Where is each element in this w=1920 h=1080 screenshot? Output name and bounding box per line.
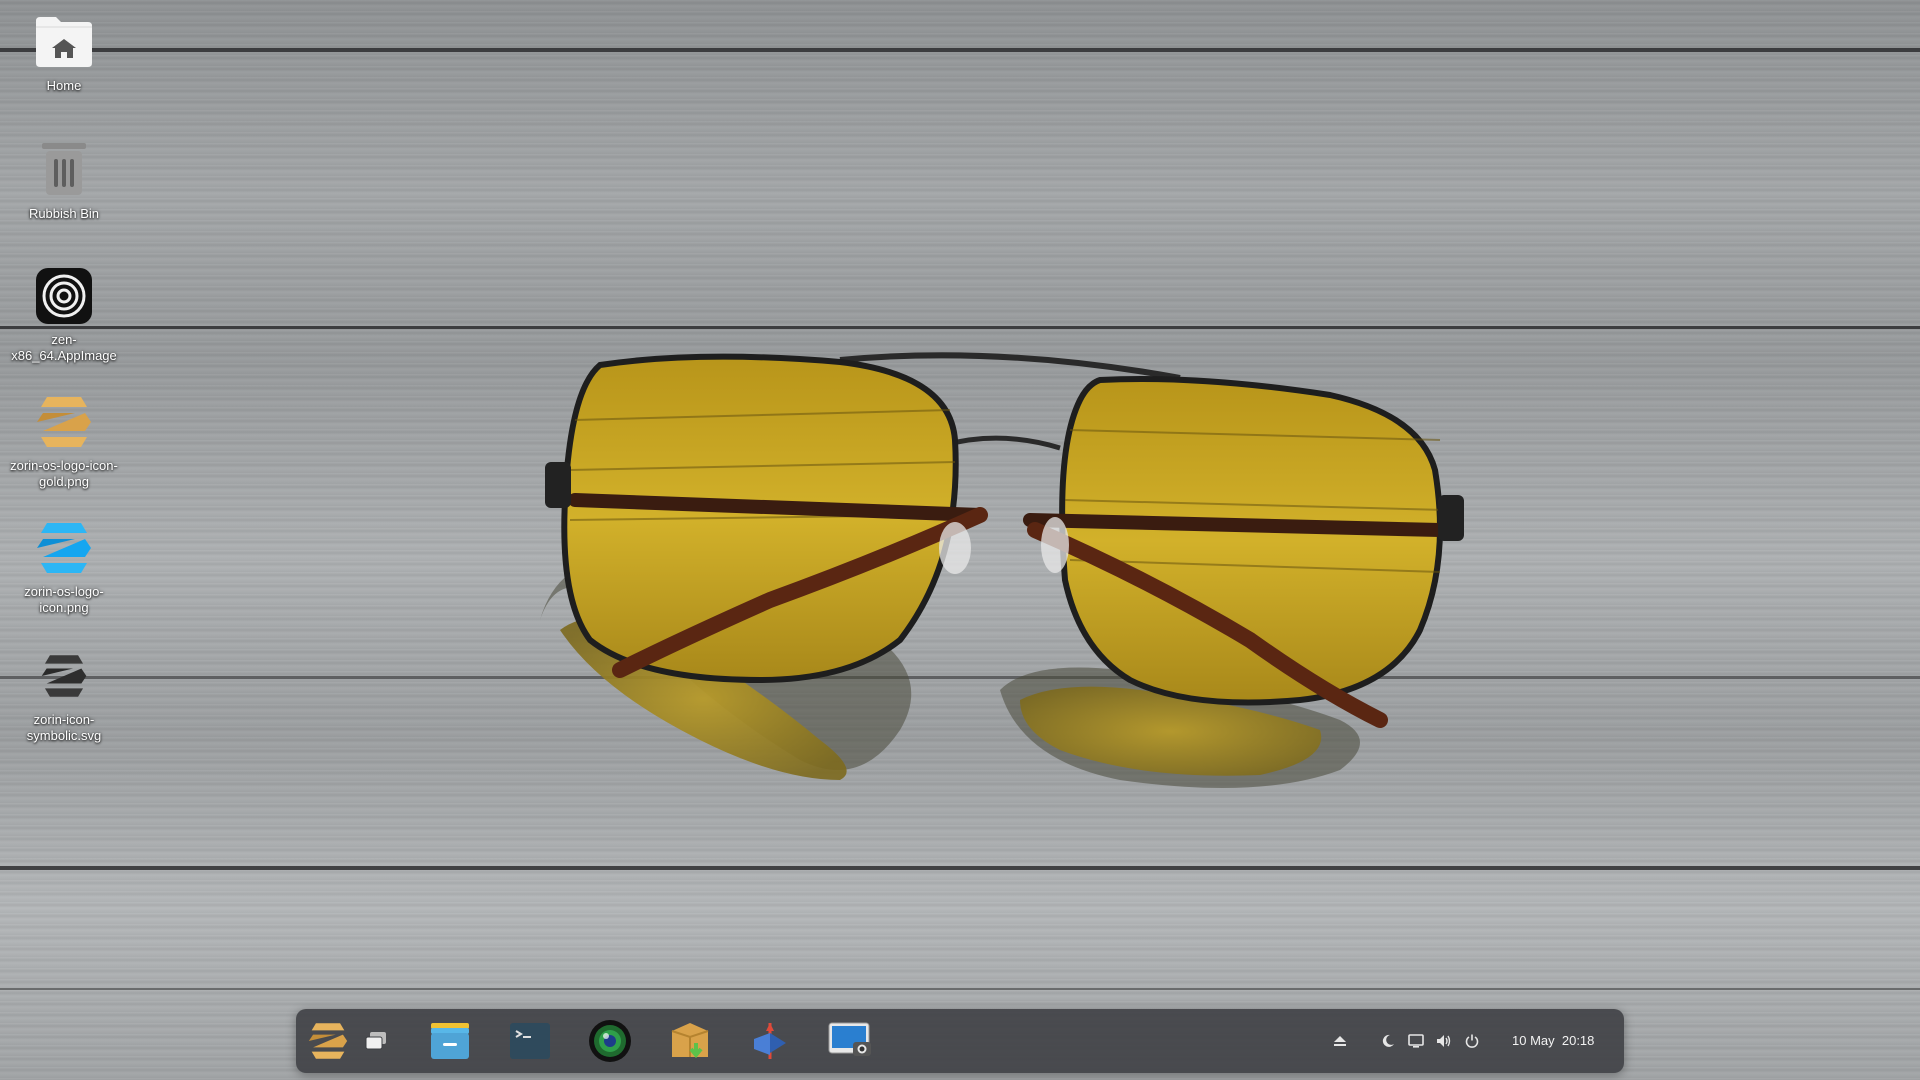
archive-icon xyxy=(671,1023,709,1059)
desktop-wallpaper xyxy=(0,0,1920,1080)
zorin-menu-button[interactable] xyxy=(304,1017,352,1065)
workspace-switcher-button[interactable] xyxy=(358,1017,394,1065)
desktop-icon-home[interactable]: Home xyxy=(8,10,120,94)
night-light-icon[interactable] xyxy=(1378,1031,1398,1051)
desktop-icon-rubbish-bin[interactable]: Rubbish Bin xyxy=(8,138,120,222)
clock[interactable]: 10 May 20:18 xyxy=(1512,1029,1594,1053)
archive-manager-button[interactable] xyxy=(666,1017,714,1065)
media-app-button[interactable] xyxy=(746,1017,794,1065)
desktop-icon-zorin-blue[interactable]: zorin-os-logo-icon.png xyxy=(8,516,120,616)
files-icon xyxy=(431,1023,469,1059)
terminal-button[interactable] xyxy=(506,1017,554,1065)
desktop-icon-label: zorin-os-logo-icon.png xyxy=(24,584,104,615)
terminal-icon xyxy=(510,1023,550,1059)
desktop-icon-zen-appimage[interactable]: zen-x86_64.AppImage xyxy=(8,264,120,364)
files-button[interactable] xyxy=(426,1017,474,1065)
desktop-icon-label: zorin-os-logo-icon-gold.png xyxy=(10,458,118,489)
sunglasses-photo xyxy=(540,352,1464,788)
display-icon[interactable] xyxy=(1406,1031,1426,1051)
web-browser-icon xyxy=(589,1020,631,1062)
power-icon[interactable] xyxy=(1462,1031,1482,1051)
taskbar: 10 May 20:18 xyxy=(296,1009,1624,1073)
desktop-icon-label: Rubbish Bin xyxy=(28,206,100,221)
zen-browser-icon xyxy=(32,264,96,328)
eject-icon[interactable] xyxy=(1330,1031,1350,1051)
desktop-icon-label: Home xyxy=(46,78,82,93)
home-folder-icon xyxy=(32,10,96,74)
zorin-logo-symbolic-icon xyxy=(32,644,96,708)
screenshot-icon xyxy=(828,1022,871,1056)
volume-icon[interactable] xyxy=(1434,1031,1454,1051)
workspace-switcher-icon xyxy=(365,1032,386,1050)
media-app-icon xyxy=(754,1023,786,1059)
desktop-icon-label: zorin-icon-symbolic.svg xyxy=(26,712,102,743)
web-browser-button[interactable] xyxy=(586,1017,634,1065)
trash-icon xyxy=(32,138,96,202)
zorin-logo-gold-icon xyxy=(32,390,96,454)
desktop-icon-zorin-symbolic[interactable]: zorin-icon-symbolic.svg xyxy=(8,644,120,744)
zorin-logo-blue-icon xyxy=(32,516,96,580)
zorin-menu-icon xyxy=(308,1023,348,1059)
screenshot-button[interactable] xyxy=(826,1017,874,1065)
desktop-icon-label: zen-x86_64.AppImage xyxy=(11,332,117,363)
desktop-icon-zorin-gold[interactable]: zorin-os-logo-icon-gold.png xyxy=(8,390,120,490)
